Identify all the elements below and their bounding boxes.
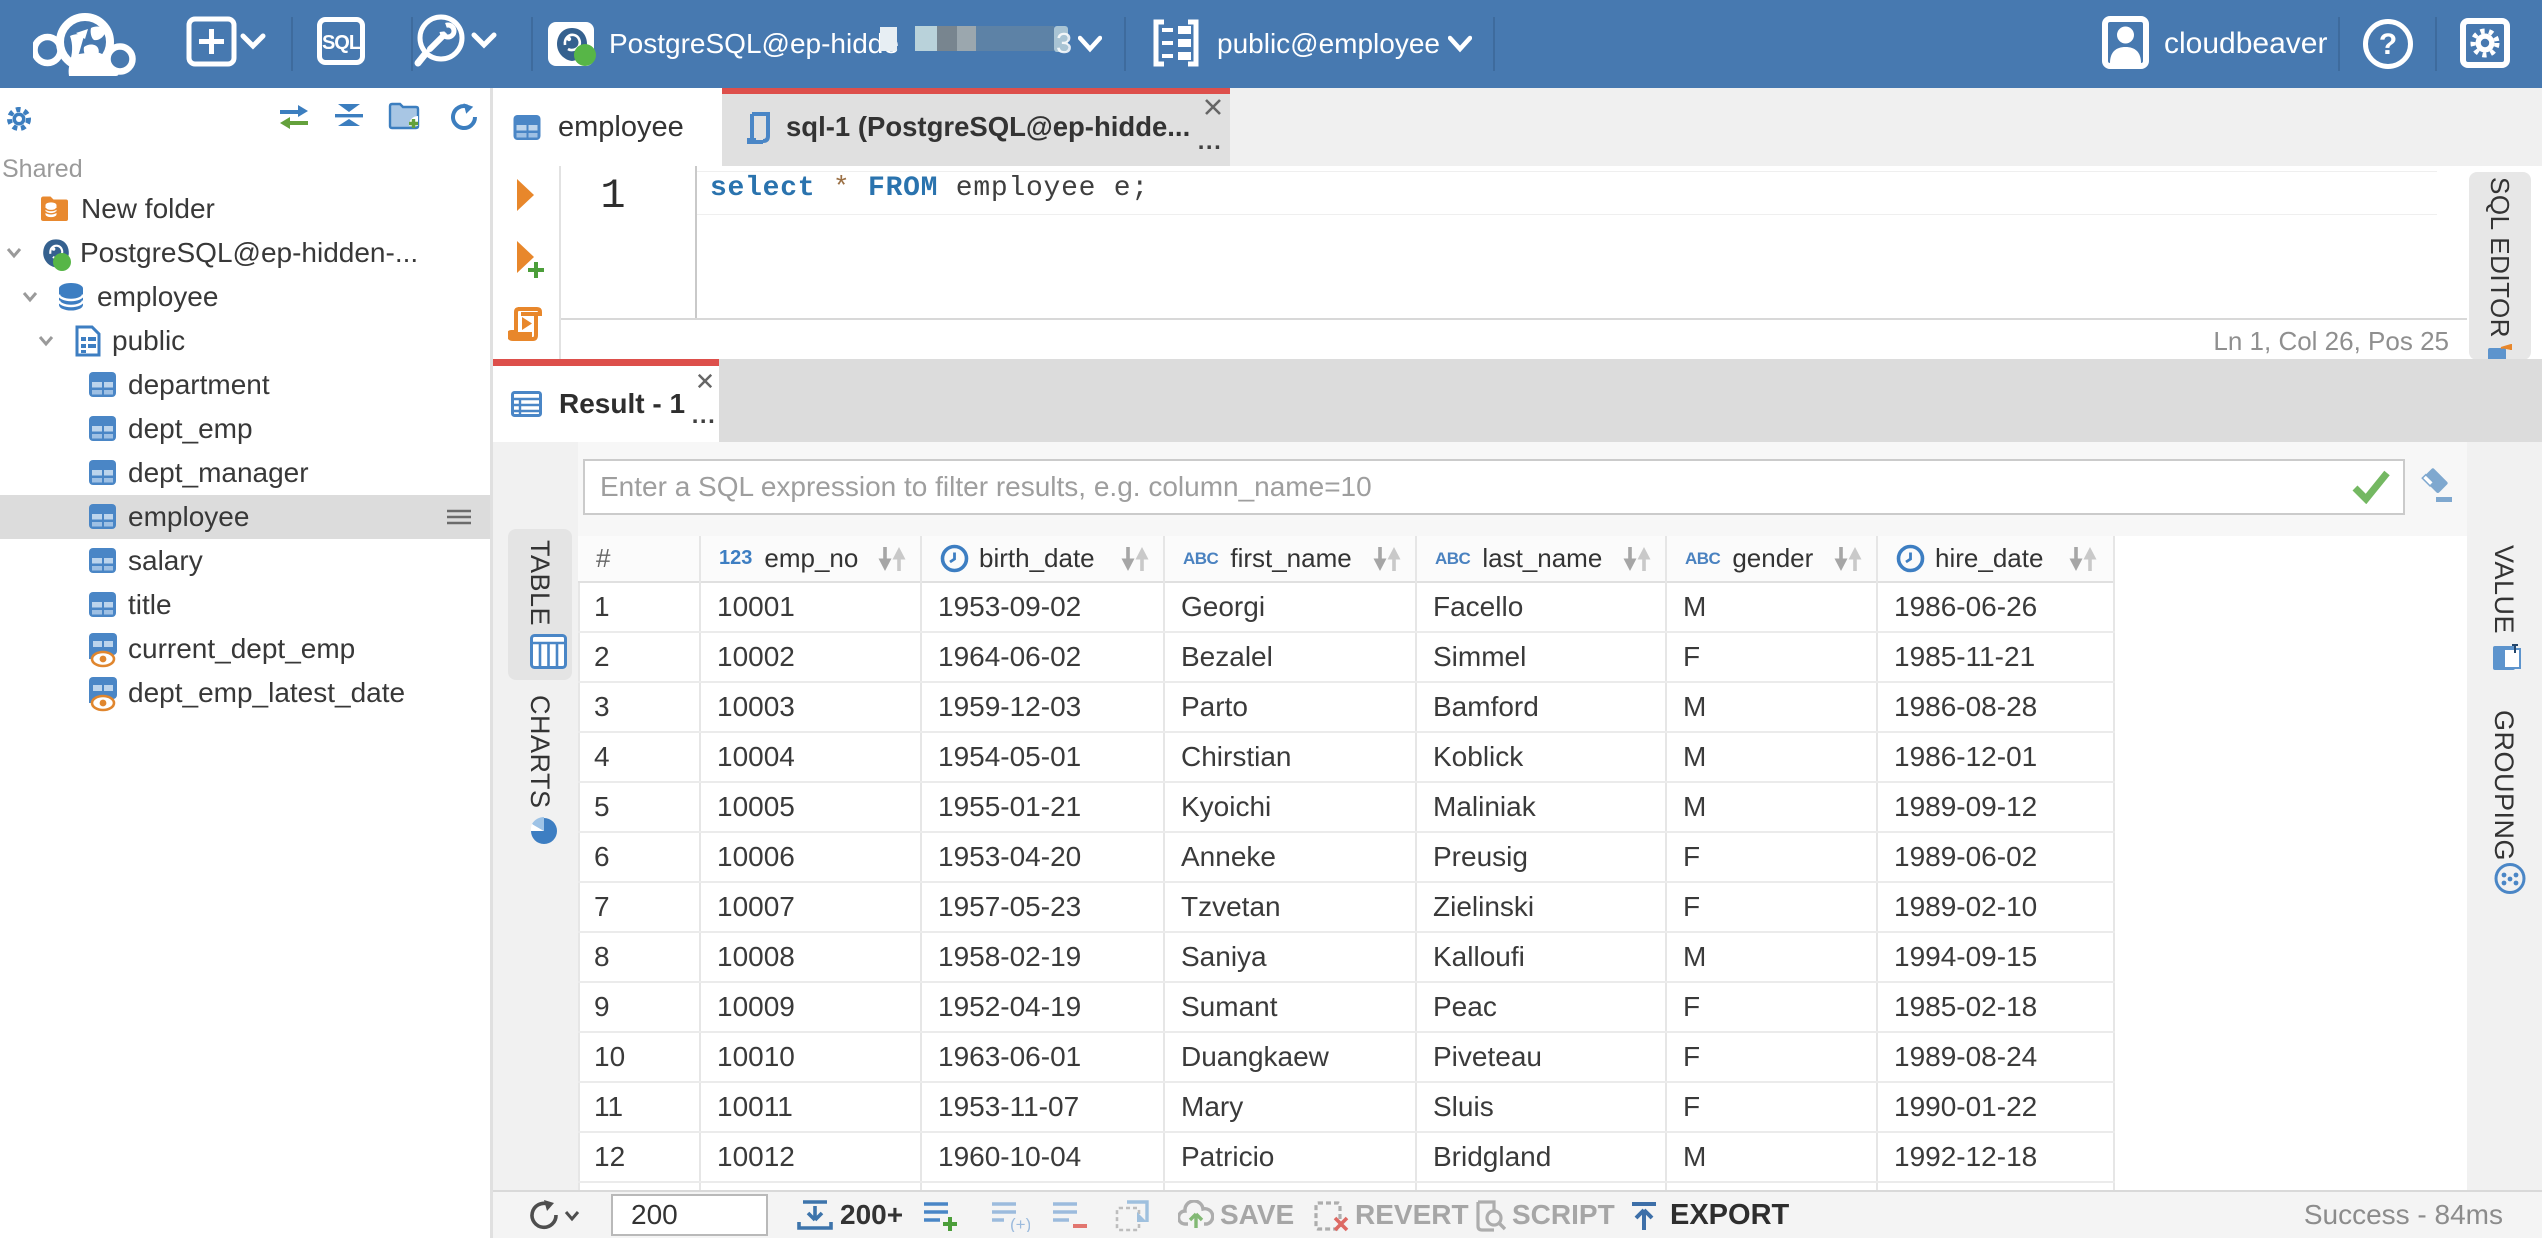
svg-text:?: ? — [2379, 28, 2397, 61]
svg-text:(+): (+) — [1010, 1215, 1030, 1232]
svg-text:SQL: SQL — [322, 32, 361, 54]
